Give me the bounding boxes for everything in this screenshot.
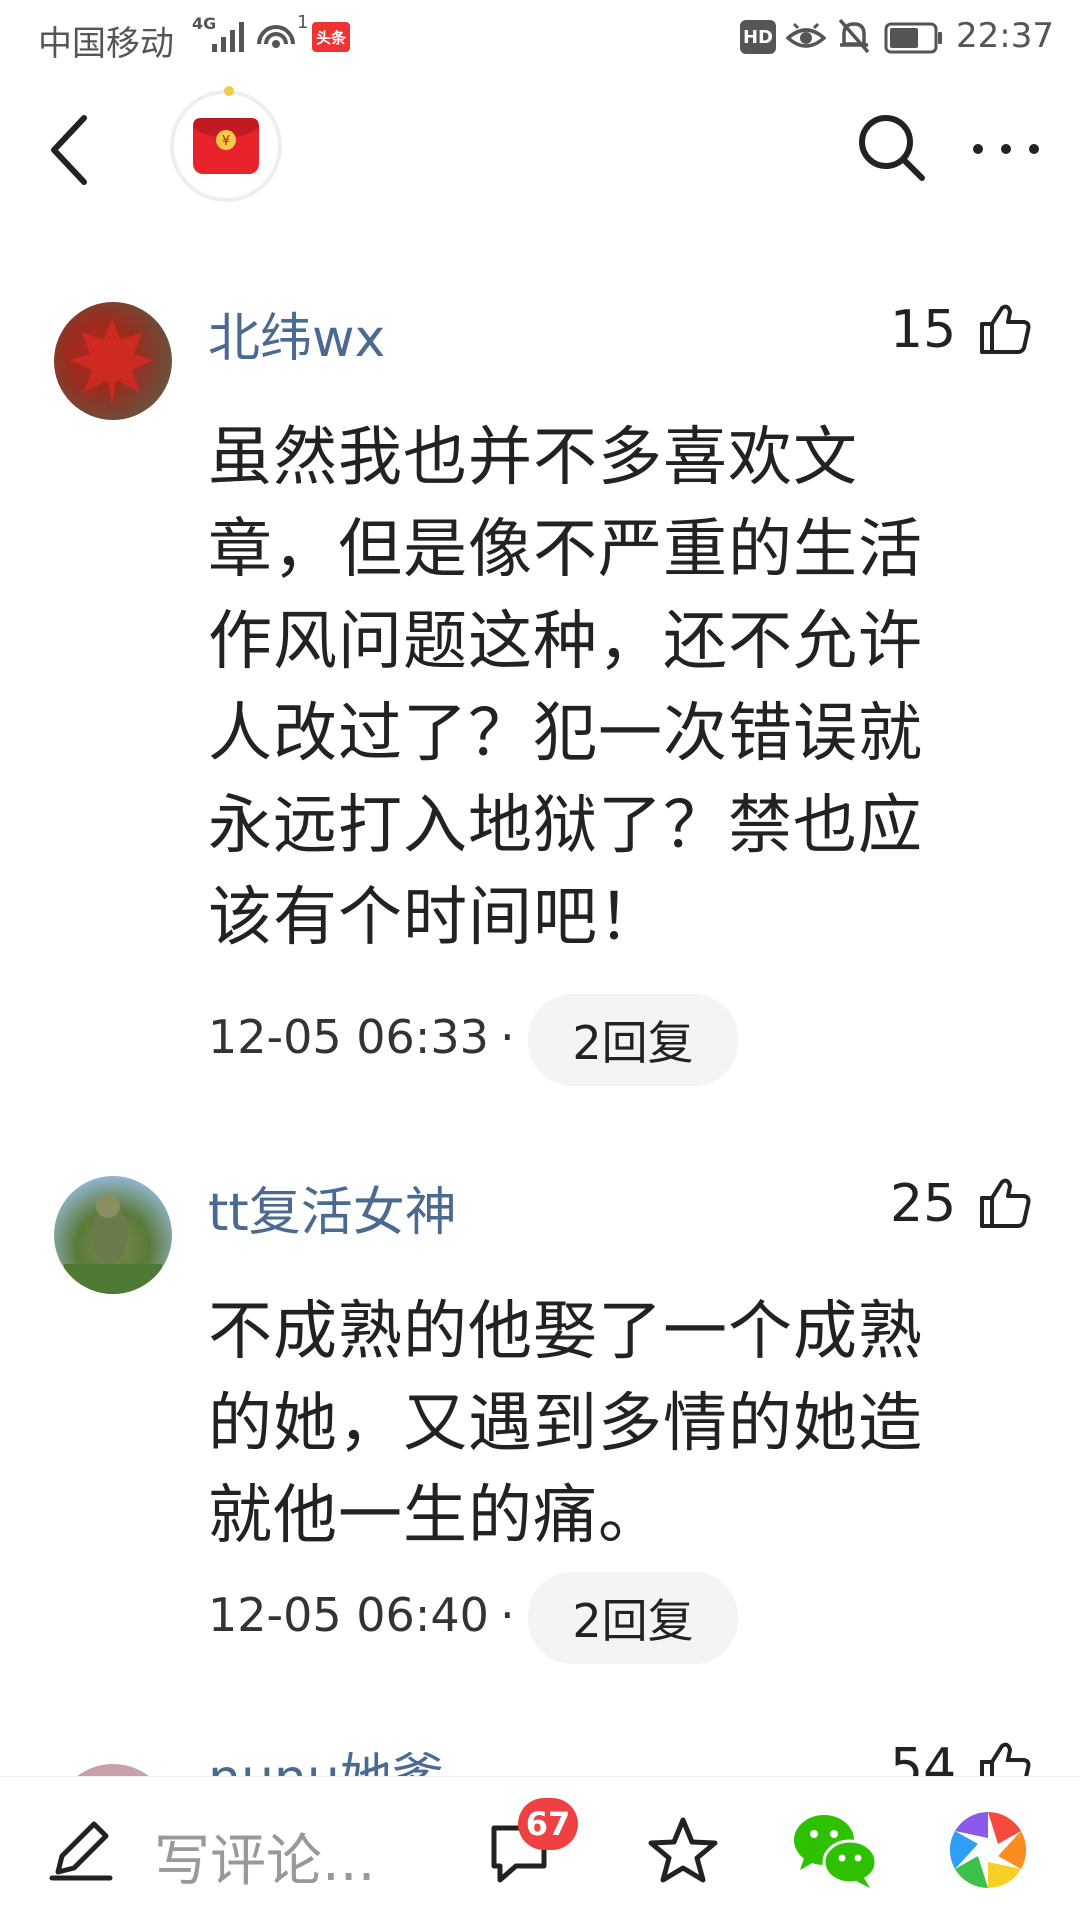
- comment-count: 67: [525, 1805, 571, 1843]
- like-count: 54: [890, 1742, 957, 1776]
- comment-line: 章，但是像不严重的生活: [208, 513, 923, 587]
- hd-label: HD: [742, 26, 773, 48]
- red-packet-icon: ¥: [193, 118, 259, 174]
- top-nav: ¥: [0, 76, 1080, 226]
- moments-icon[interactable]: [946, 1808, 1030, 1892]
- divider: [0, 1776, 1080, 1777]
- back-icon[interactable]: [44, 112, 94, 188]
- carrier-name: 中国移动: [38, 24, 174, 64]
- maple-leaf-icon: [70, 318, 154, 404]
- comment-line: 的她，又遇到多情的她造: [208, 1387, 923, 1461]
- thumbs-up-icon[interactable]: [978, 1742, 1032, 1776]
- comment-line: 作风问题这种，还不允许: [208, 605, 923, 679]
- comment-count-badge: 67: [518, 1798, 578, 1850]
- hd-icon: HD: [740, 20, 776, 54]
- like-count: 15: [890, 300, 957, 360]
- app-badge-label: 头条: [315, 28, 346, 47]
- replies-label: 2回复: [572, 1016, 694, 1070]
- clock: 22:37: [956, 16, 1054, 56]
- avatar[interactable]: [54, 1764, 172, 1776]
- statue-icon: [64, 1194, 162, 1294]
- mute-bell-icon: [838, 18, 870, 54]
- thumbs-up-icon[interactable]: [978, 302, 1032, 356]
- comment-body: 虽然我也并不多喜欢文 章，但是像不严重的生活 作风问题这种，还不允许 人改过了？…: [208, 412, 988, 964]
- comment-line: 不成熟的他娶了一个成熟: [208, 1295, 923, 1369]
- write-comment-button[interactable]: 写评论...: [48, 1812, 408, 1894]
- notification-dot: [224, 86, 234, 96]
- replies-label: 2回复: [572, 1594, 694, 1648]
- comment-line: 虽然我也并不多喜欢文: [208, 421, 858, 495]
- write-comment-placeholder: 写评论...: [154, 1829, 376, 1894]
- comment-line: 该有个时间吧！: [208, 881, 663, 955]
- toutiao-app-icon: 头条: [312, 22, 350, 52]
- comment-body: 不成熟的他娶了一个成熟 的她，又遇到多情的她造 就他一生的痛。: [208, 1286, 988, 1562]
- bottom-action-bar: 写评论... 67: [0, 1776, 1080, 1920]
- comment-username[interactable]: nunu她爹: [208, 1742, 444, 1776]
- comment-username[interactable]: 北纬wx: [208, 296, 385, 371]
- comments-button[interactable]: 67: [486, 1798, 582, 1900]
- wechat-icon[interactable]: [790, 1808, 880, 1892]
- avatar[interactable]: [54, 302, 172, 420]
- signal-icon: [212, 22, 244, 52]
- replies-button[interactable]: 2回复: [528, 1572, 738, 1664]
- comment-timestamp: 12-05 06:33: [208, 1010, 489, 1064]
- hotspot-count: 1: [297, 12, 309, 33]
- comment-item-partial: nunu她爹 54: [0, 1742, 1080, 1776]
- like-count: 25: [890, 1174, 957, 1234]
- hotspot-icon: [257, 25, 295, 48]
- more-dots-icon[interactable]: [968, 134, 1044, 164]
- avatar[interactable]: [54, 1176, 172, 1294]
- comment-line: 永远打入地狱了？禁也应: [208, 789, 923, 863]
- comment-line: 人改过了？犯一次错误就: [208, 697, 923, 771]
- comment-timestamp: 12-05 06:40: [208, 1588, 489, 1642]
- comment-item: 北纬wx 15 虽然我也并不多喜欢文 章，但是像不严重的生活 作风问题这种，还不…: [0, 290, 1080, 1090]
- meta-separator: ·: [500, 1010, 515, 1064]
- svg-text:¥: ¥: [222, 134, 230, 149]
- eye-icon: [786, 22, 826, 48]
- status-bar: 中国移动 4G 1 头条 HD 22:37: [0, 0, 1080, 76]
- red-packet-button[interactable]: ¥: [170, 86, 282, 202]
- battery-icon: [884, 22, 942, 54]
- replies-button[interactable]: 2回复: [528, 994, 738, 1086]
- thumbs-up-icon[interactable]: [978, 1176, 1032, 1230]
- star-icon[interactable]: [646, 1814, 720, 1886]
- comment-username[interactable]: tt复活女神: [208, 1170, 457, 1245]
- comment-item: tt复活女神 25 不成熟的他娶了一个成熟 的她，又遇到多情的她造 就他一生的痛…: [0, 1164, 1080, 1684]
- pencil-icon: [49, 1821, 113, 1881]
- comment-line: 就他一生的痛。: [208, 1479, 663, 1553]
- meta-separator: ·: [500, 1588, 515, 1642]
- search-icon[interactable]: [856, 112, 928, 186]
